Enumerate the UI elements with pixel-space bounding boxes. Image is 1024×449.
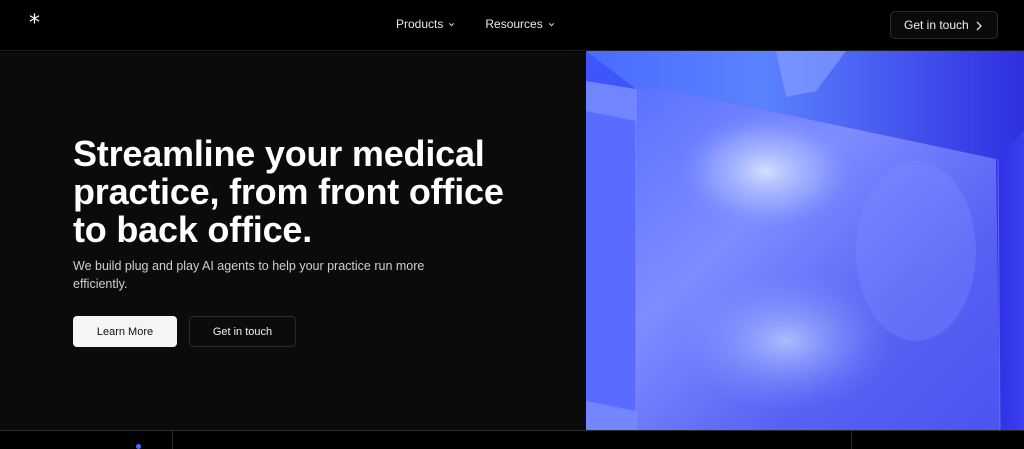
chevron-down-icon — [449, 22, 455, 26]
learn-more-button[interactable]: Learn More — [73, 316, 177, 347]
get-in-touch-button[interactable]: Get in touch — [189, 316, 296, 347]
bottom-section-edge — [0, 430, 1024, 449]
nav-item-products[interactable]: Products — [396, 17, 456, 31]
main-nav: Products Resources — [396, 17, 556, 31]
header-get-in-touch-label: Get in touch — [904, 18, 969, 32]
chevron-down-icon — [548, 22, 554, 26]
hero-subtitle: We build plug and play AI agents to help… — [73, 259, 425, 291]
status-dot-icon — [136, 444, 141, 449]
landing-page: * Products Resources Get in touch Stream… — [0, 0, 1024, 449]
top-navigation-bar: * Products Resources Get in touch — [0, 0, 1024, 51]
glass-cube-illustration — [586, 51, 1024, 430]
chevron-right-icon — [976, 21, 982, 31]
nav-item-resources-label: Resources — [485, 17, 543, 31]
nav-item-resources[interactable]: Resources — [485, 17, 555, 31]
hero-title: Streamline your medical practice, from f… — [73, 133, 504, 250]
nav-item-products-label: Products — [396, 17, 444, 31]
divider — [851, 431, 852, 449]
hero-abstract-image — [586, 51, 1024, 430]
header-get-in-touch-button[interactable]: Get in touch — [890, 11, 998, 39]
logo-asterisk-icon[interactable]: * — [29, 13, 45, 35]
divider — [172, 431, 173, 449]
